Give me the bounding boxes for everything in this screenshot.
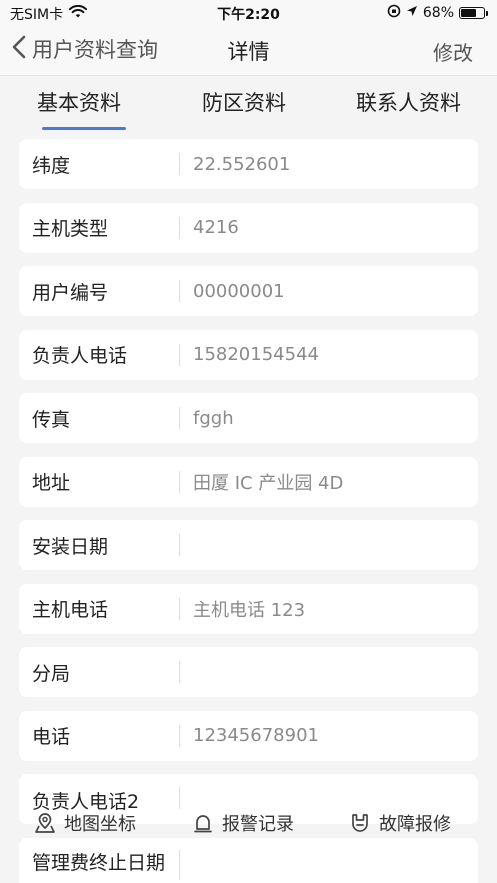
field-divider <box>179 534 180 556</box>
field-row-branch: 分局 <box>19 647 478 697</box>
field-label: 主机电话 <box>32 599 109 621</box>
battery-percent: 68% <box>422 5 454 21</box>
battery-tip <box>486 11 488 16</box>
tab-bar: 基本资料 防区资料 联系人资料 <box>0 77 497 133</box>
field-row-host-type: 主机类型 4216 <box>19 202 478 253</box>
field-row-fax: 传真 fggh <box>19 393 478 443</box>
status-bar: 无SIM卡 下午2:20 68% <box>0 0 497 26</box>
tab-zone-info[interactable]: 防区资料 <box>202 87 286 117</box>
tab-contact-info[interactable]: 联系人资料 <box>356 87 461 117</box>
field-value: 22.552601 <box>193 153 291 175</box>
field-label: 负责人电话 <box>32 345 128 367</box>
bell-icon <box>192 812 214 834</box>
repair-icon <box>349 812 371 834</box>
map-coordinates-button[interactable]: 地图坐标 <box>34 810 136 836</box>
field-label: 地址 <box>32 472 71 494</box>
active-tab-indicator <box>42 127 126 130</box>
field-value: 田厦 IC 产业园 4D <box>193 472 344 494</box>
field-value: fggh <box>193 407 234 429</box>
field-row-phone: 电话 12345678901 <box>19 710 478 761</box>
battery-fill <box>461 9 476 17</box>
field-divider <box>179 661 180 683</box>
bottom-toolbar: 地图坐标 报警记录 故障报修 <box>0 802 497 846</box>
field-label: 分局 <box>32 662 71 685</box>
field-label: 传真 <box>32 408 71 431</box>
field-value: 4216 <box>193 217 239 238</box>
map-pin-icon <box>34 812 56 834</box>
field-label: 安装日期 <box>32 535 109 558</box>
field-row-host-phone: 主机电话 主机电话 123 <box>19 583 478 634</box>
status-right: 68% <box>387 4 488 22</box>
field-value: 00000001 <box>193 280 285 302</box>
field-label: 用户编号 <box>32 281 109 304</box>
page-title: 详情 <box>227 40 270 64</box>
edit-button[interactable]: 修改 <box>433 37 473 66</box>
location-icon <box>406 5 418 21</box>
field-divider <box>179 849 180 880</box>
field-label: 纬度 <box>32 154 71 177</box>
toolbar-label: 故障报修 <box>379 814 451 835</box>
field-row-manager-phone: 负责人电话 15820154544 <box>19 329 478 380</box>
field-value: 12345678901 <box>193 725 319 746</box>
navigation-bar: 用户资料查询 详情 修改 <box>0 26 497 76</box>
field-label: 管理费终止日期 <box>32 851 166 874</box>
tab-basic-info[interactable]: 基本资料 <box>37 87 121 117</box>
field-label: 主机类型 <box>32 218 109 240</box>
field-value: 15820154544 <box>193 344 319 365</box>
orientation-lock-icon <box>387 4 401 22</box>
fault-repair-button[interactable]: 故障报修 <box>349 810 451 836</box>
field-label: 电话 <box>32 726 71 748</box>
toolbar-label: 报警记录 <box>222 814 294 835</box>
field-value: 主机电话 123 <box>193 599 306 621</box>
alarm-records-button[interactable]: 报警记录 <box>192 810 294 836</box>
detail-form: 纬度 22.552601 主机类型 4216 用户编号 00000001 负责人… <box>19 139 478 883</box>
screen: 无SIM卡 下午2:20 68% 用户资料查询 详情 修改 基本资料 防区资料 … <box>0 0 497 883</box>
field-row-latitude: 纬度 22.552601 <box>19 139 478 189</box>
field-row-install-date: 安装日期 <box>19 520 478 570</box>
battery-icon <box>459 7 488 19</box>
field-row-user-number: 用户编号 00000001 <box>19 266 478 316</box>
field-row-address: 地址 田厦 IC 产业园 4D <box>19 456 478 507</box>
toolbar-label: 地图坐标 <box>64 814 136 835</box>
